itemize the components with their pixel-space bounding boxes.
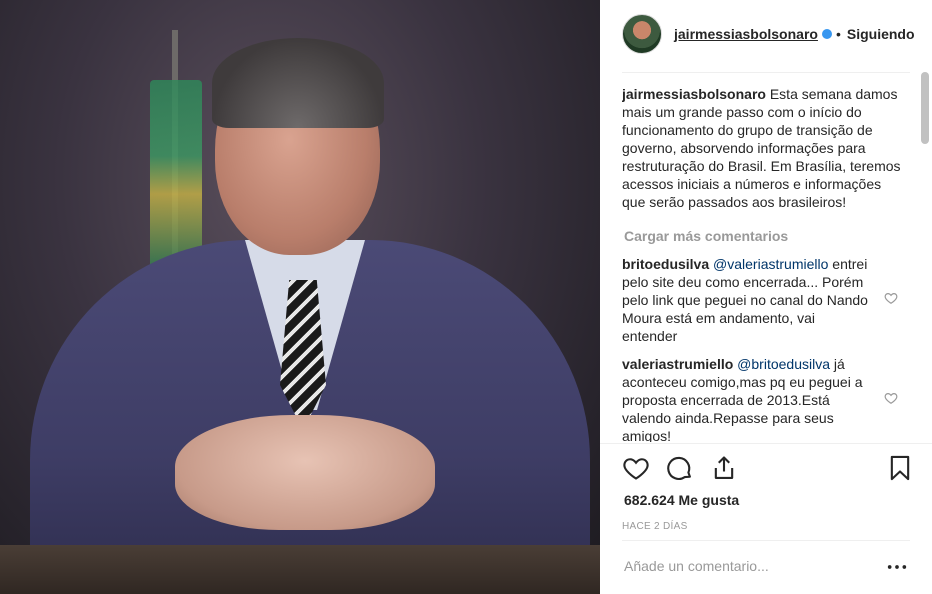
comments-list[interactable]: jairmessiasbolsonaro Esta semana damos m… — [622, 84, 902, 442]
comment-bubble-icon[interactable] — [666, 454, 694, 482]
comment-like-heart-icon[interactable] — [884, 291, 898, 305]
comment-item: britoedusilva @valeriastrumiello entrei … — [622, 255, 902, 345]
caption: jairmessiasbolsonaro Esta semana damos m… — [622, 84, 902, 211]
heart-icon[interactable] — [622, 454, 650, 482]
verified-badge-icon — [821, 29, 832, 39]
comment-mention[interactable]: @britoedusilva — [737, 356, 830, 372]
hair — [212, 38, 384, 128]
post-actions — [622, 454, 912, 482]
caption-username[interactable]: jairmessiasbolsonaro — [622, 86, 766, 102]
comment-username[interactable]: valeriastrumiello — [622, 356, 733, 372]
load-more-comments-button[interactable]: Cargar más comentarios — [624, 227, 902, 245]
caption-text: Esta semana damos mais um grande passo c… — [622, 86, 901, 210]
post-header: jairmessiasbolsonaro • Siguiendo — [622, 14, 922, 54]
comment-divider — [622, 540, 910, 541]
header-username[interactable]: jairmessiasbolsonaro — [674, 26, 818, 42]
desk — [0, 545, 600, 594]
more-options-icon[interactable] — [886, 560, 908, 574]
actions-divider — [600, 443, 932, 444]
separator-dot: • — [835, 26, 841, 42]
header-divider — [622, 72, 910, 73]
flag — [150, 80, 202, 270]
share-icon[interactable] — [710, 454, 738, 482]
comment-like-heart-icon[interactable] — [884, 391, 898, 405]
comments-scrollbar[interactable] — [921, 72, 929, 144]
post-timestamp: HACE 2 DÍAS — [622, 521, 688, 532]
avatar[interactable] — [622, 14, 662, 54]
post-photo — [0, 0, 600, 594]
following-button[interactable]: Siguiendo — [847, 26, 915, 42]
comment-mention[interactable]: @valeriastrumiello — [713, 256, 828, 272]
likes-count[interactable]: 682.624 Me gusta — [624, 492, 739, 508]
bookmark-icon[interactable] — [886, 454, 914, 482]
comment-item: valeriastrumiello @britoedusilva já acon… — [622, 355, 902, 442]
clasped-hands — [175, 415, 435, 530]
comment-username[interactable]: britoedusilva — [622, 256, 709, 272]
add-comment-input[interactable]: Añade un comentario... — [624, 558, 854, 574]
